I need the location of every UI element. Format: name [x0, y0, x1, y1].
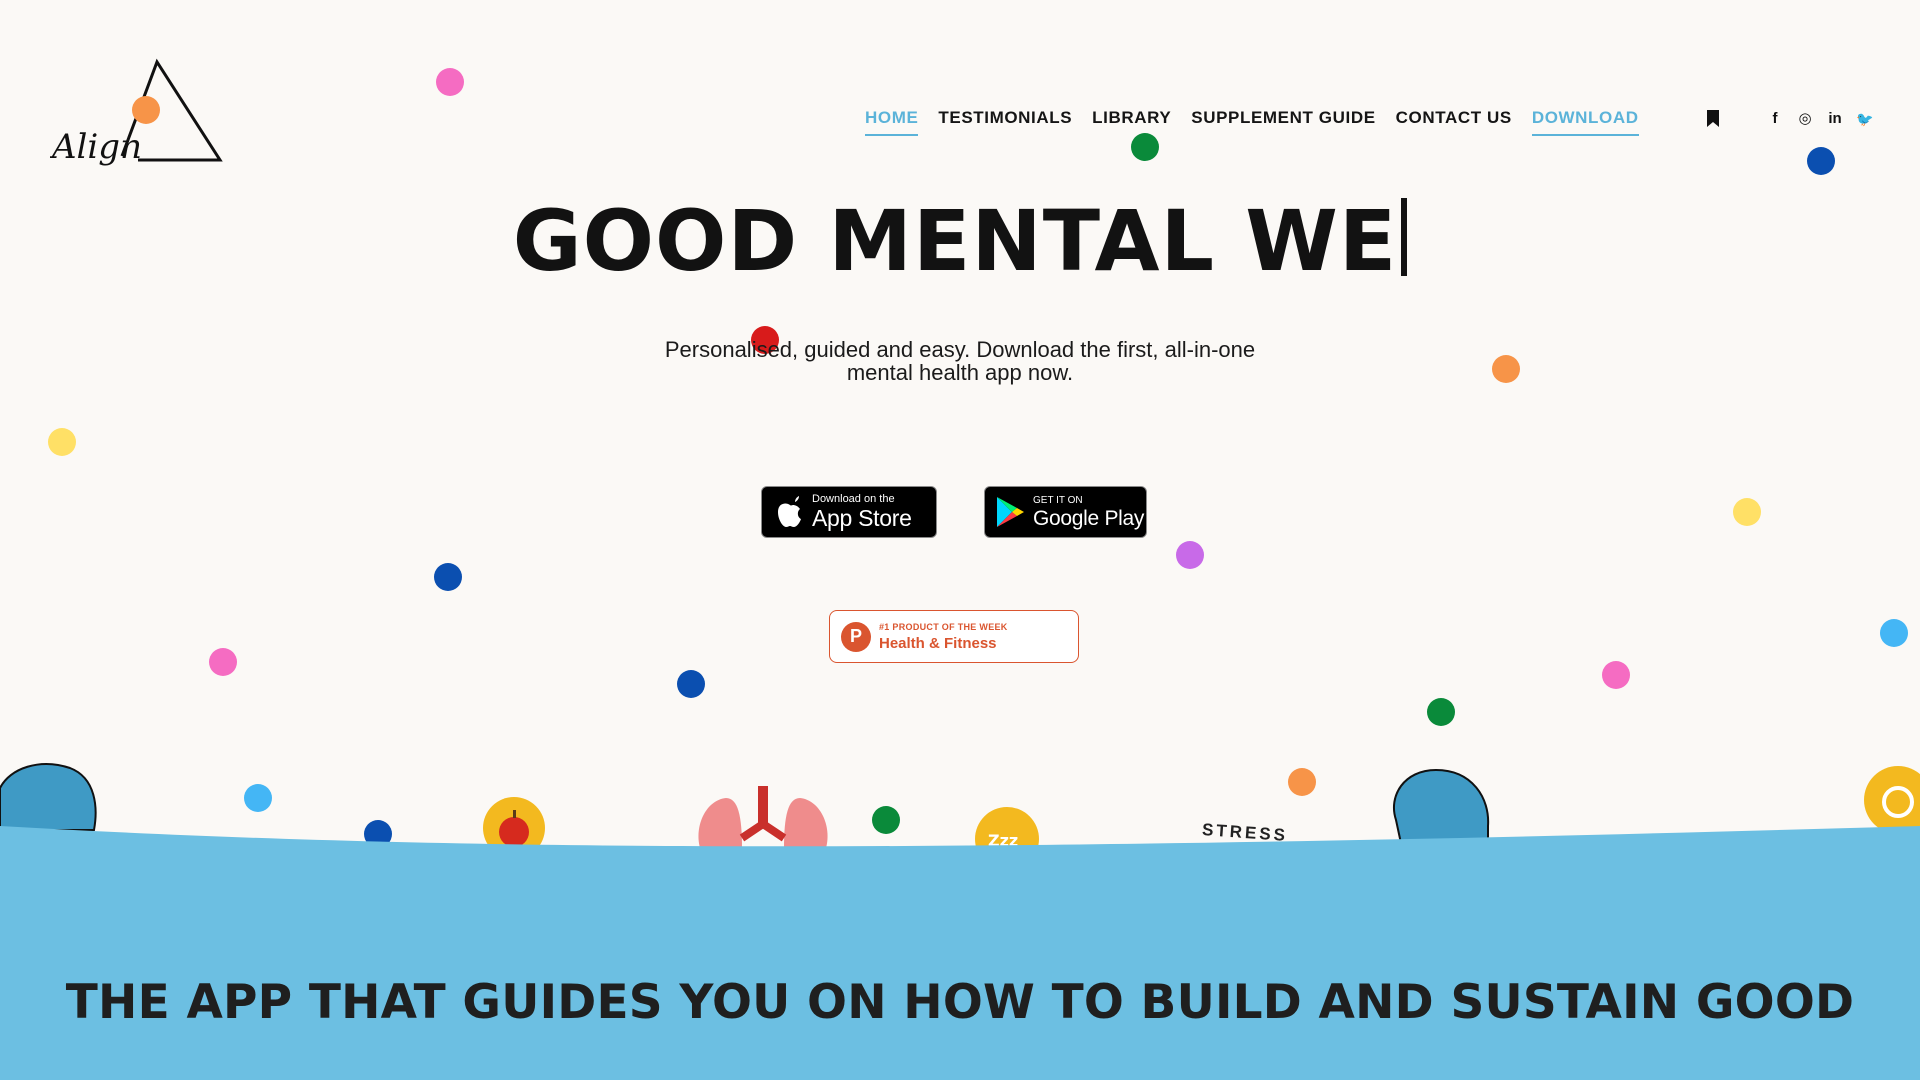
decorative-dot — [1807, 147, 1835, 175]
section-title: THE APP THAT GUIDES YOU ON HOW TO BUILD … — [65, 975, 1855, 1030]
google-play-small-text: GET IT ON — [1033, 494, 1083, 506]
nav-contact-us[interactable]: CONTACT US — [1396, 108, 1512, 136]
nav-testimonials[interactable]: TESTIMONIALS — [938, 108, 1072, 136]
decorative-dot — [434, 563, 462, 591]
align-logo[interactable]: Align — [49, 56, 230, 186]
decorative-dot — [1880, 619, 1908, 647]
google-play-button[interactable]: GET IT ON Google Play — [984, 486, 1147, 538]
decorative-dot — [1427, 698, 1455, 726]
facebook-icon[interactable]: f — [1766, 110, 1784, 128]
product-hunt-rank: #1 PRODUCT OF THE WEEK — [879, 621, 1008, 632]
app-store-small-text: Download on the — [812, 493, 895, 505]
decorative-dot — [1602, 661, 1630, 689]
decorative-dot — [48, 428, 76, 456]
bookmark-icon[interactable] — [1706, 110, 1720, 128]
decorative-dot — [1176, 541, 1204, 569]
hero-title: GOOD MENTAL WE — [0, 192, 1920, 290]
logo-text: Align — [50, 127, 142, 167]
product-hunt-category: Health & Fitness — [879, 634, 997, 652]
product-hunt-badge[interactable]: P #1 PRODUCT OF THE WEEK Health & Fitnes… — [829, 610, 1079, 663]
instagram-icon[interactable]: ◎ — [1796, 110, 1814, 128]
decorative-dot — [1288, 768, 1316, 796]
main-nav: HOME TESTIMONIALS LIBRARY SUPPLEMENT GUI… — [865, 108, 1659, 136]
decorative-dot — [436, 68, 464, 96]
nav-supplement-guide[interactable]: SUPPLEMENT GUIDE — [1191, 108, 1375, 136]
decorative-dot — [1131, 133, 1159, 161]
app-store-button[interactable]: Download on the App Store — [761, 486, 937, 538]
decorative-dot — [677, 670, 705, 698]
linkedin-icon[interactable]: in — [1826, 110, 1844, 128]
nav-download[interactable]: DOWNLOAD — [1531, 108, 1639, 136]
decorative-dot — [1733, 498, 1761, 526]
triangle-logo-icon: Align — [49, 58, 223, 167]
social-links: f ◎ in 🐦 — [1766, 110, 1874, 128]
decorative-dot — [244, 784, 272, 812]
nav-library[interactable]: LIBRARY — [1092, 108, 1171, 136]
app-store-big-text: App Store — [812, 505, 912, 531]
hero-subtitle: Personalised, guided and easy. Download … — [664, 337, 1256, 385]
google-play-big-text: Google Play — [1033, 506, 1145, 530]
decorative-dot — [1492, 355, 1520, 383]
decorative-dot — [209, 648, 237, 676]
section-wave-background — [0, 826, 1920, 1080]
apple-logo-icon — [778, 496, 801, 527]
google-play-icon — [997, 497, 1024, 527]
product-hunt-icon: P — [841, 621, 871, 652]
nav-home[interactable]: HOME — [865, 108, 919, 136]
typing-cursor — [1401, 198, 1408, 276]
twitter-icon[interactable]: 🐦 — [1856, 110, 1874, 128]
